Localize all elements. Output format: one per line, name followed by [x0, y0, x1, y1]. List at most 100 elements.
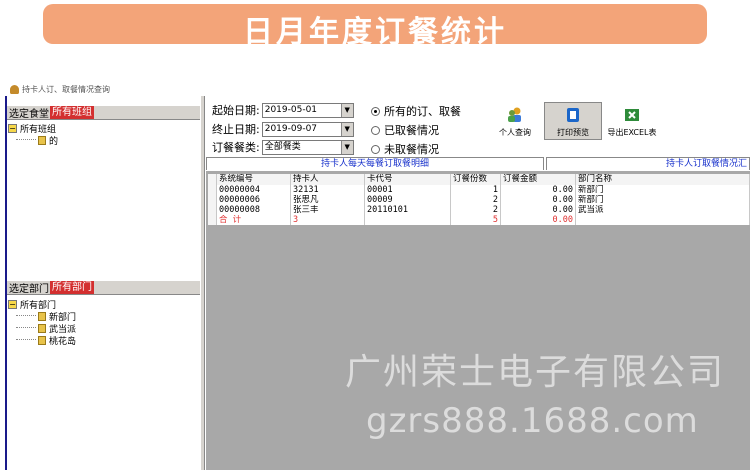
meal-type-row: 订餐餐类: 全部餐类 ▼: [212, 139, 354, 155]
tree-node-root[interactable]: − 所有班组: [8, 122, 200, 135]
column-header[interactable]: 卡代号: [365, 174, 451, 185]
expand-icon[interactable]: −: [8, 123, 17, 133]
tab-label: 持卡人订取餐情况汇: [665, 159, 747, 169]
excel-icon: [625, 109, 639, 121]
folder-icon: [38, 335, 46, 345]
table-cell: 张思凡: [291, 195, 365, 205]
tree-connector: [16, 310, 36, 316]
table-row[interactable]: 00000006 张思凡 00009 2 0.00 新部门: [217, 195, 750, 205]
radio-button[interactable]: [371, 125, 380, 135]
column-header[interactable]: 系统编号: [217, 174, 291, 185]
tab-label: 持卡人每天每餐订取餐明细: [320, 159, 429, 169]
panel-splitter[interactable]: [200, 96, 205, 470]
dropdown-arrow-icon[interactable]: ▼: [340, 122, 353, 136]
meal-type-label: 订餐餐类:: [212, 141, 260, 154]
watermark-url: gzrs888.1688.com: [366, 401, 699, 441]
table-cell: 00000004: [217, 185, 291, 195]
total-label: 合 计: [217, 215, 291, 225]
radio-taken[interactable]: 已取餐情况: [371, 122, 439, 138]
total-cell: 3: [291, 215, 365, 225]
people-icon: [508, 107, 521, 122]
radio-label[interactable]: 未取餐情况: [384, 141, 439, 157]
print-preview-label: 打印预览: [557, 128, 589, 137]
table-cell: 32131: [291, 185, 365, 195]
table-cell: 0.00: [501, 185, 576, 195]
watermark-company: 广州荣士电子有限公司: [345, 352, 726, 393]
canteen-selector[interactable]: 选定食堂 所有班组: [7, 106, 201, 120]
window-title-text: 持卡人订、取餐情况查询: [22, 84, 110, 94]
table-cell: 1: [451, 185, 501, 195]
column-header[interactable]: 部门名称: [576, 174, 750, 185]
total-cell: [576, 215, 750, 225]
end-date-value: 2019-09-07: [264, 123, 318, 134]
tree-node-label[interactable]: 桃花岛: [49, 334, 76, 347]
table-cell: 0.00: [501, 195, 576, 205]
table-row[interactable]: 00000004 32131 00001 1 0.00 新部门: [217, 185, 750, 195]
radio-not-taken[interactable]: 未取餐情况: [371, 141, 439, 157]
table-cell: 新部门: [576, 185, 750, 195]
print-preview-icon: [567, 108, 579, 122]
app-icon: [10, 84, 19, 94]
tree-node-root[interactable]: − 所有部门: [8, 298, 200, 311]
total-cell: [365, 215, 451, 225]
grid-header: 系统编号 持卡人 卡代号 订餐份数 订餐金额 部门名称: [217, 174, 750, 185]
folder-icon: [38, 323, 46, 333]
tab-daily-detail[interactable]: 持卡人每天每餐订取餐明细: [206, 157, 544, 170]
window-title: 持卡人订、取餐情况查询: [10, 82, 110, 96]
start-date-picker[interactable]: 2019-05-01 ▼: [261, 102, 354, 118]
radio-label[interactable]: 所有的订、取餐: [384, 103, 461, 119]
tree-connector: [16, 334, 36, 340]
department-label: 选定部门: [9, 284, 49, 295]
personal-query-label: 个人查询: [499, 128, 531, 137]
banner-title: 日月年度订餐统计: [243, 15, 507, 50]
folder-icon: [38, 135, 46, 145]
department-tree[interactable]: − 所有部门 新部门 武当派 桃花岛: [8, 298, 200, 347]
department-selector[interactable]: 选定部门 所有部门: [7, 281, 201, 295]
table-total-row[interactable]: 合 计 3 5 0.00: [217, 215, 750, 225]
personal-query-button[interactable]: 个人查询: [486, 102, 544, 140]
canteen-label: 选定食堂: [9, 109, 49, 120]
row-indicator-column: [208, 174, 217, 225]
department-value[interactable]: 所有部门: [50, 281, 94, 294]
print-preview-button[interactable]: 打印预览: [544, 102, 602, 140]
tree-node-label[interactable]: 的: [49, 134, 58, 147]
meal-type-value: 全部餐类: [264, 141, 301, 152]
table-cell: 00009: [365, 195, 451, 205]
start-date-row: 起始日期: 2019-05-01 ▼: [212, 102, 354, 118]
radio-all[interactable]: 所有的订、取餐: [371, 103, 461, 119]
tree-connector: [16, 134, 36, 140]
export-excel-button[interactable]: 导出EXCEL表: [603, 102, 661, 140]
total-cell: 0.00: [501, 215, 576, 225]
table-cell: 2: [451, 205, 501, 215]
meal-type-select[interactable]: 全部餐类 ▼: [261, 139, 354, 155]
column-header[interactable]: 订餐金额: [501, 174, 576, 185]
tree-node[interactable]: 新部门: [8, 310, 200, 323]
table-row[interactable]: 00000008 张三丰 20110101 2 0.00 武当派: [217, 205, 750, 215]
table-cell: 新部门: [576, 195, 750, 205]
tree-node[interactable]: 的: [8, 134, 200, 147]
table-cell: 00000008: [217, 205, 291, 215]
table-cell: 00001: [365, 185, 451, 195]
canteen-tree[interactable]: − 所有班组 的: [8, 122, 200, 147]
end-date-row: 终止日期: 2019-09-07 ▼: [212, 121, 354, 137]
total-cell: 5: [451, 215, 501, 225]
radio-button-selected[interactable]: [371, 106, 380, 116]
expand-icon[interactable]: −: [8, 299, 17, 309]
tree-node[interactable]: 武当派: [8, 322, 200, 335]
canteen-value[interactable]: 所有班组: [50, 106, 94, 119]
end-date-label: 终止日期:: [212, 123, 260, 136]
table-cell: 武当派: [576, 205, 750, 215]
column-header[interactable]: 订餐份数: [451, 174, 501, 185]
folder-icon: [38, 311, 46, 321]
start-date-value: 2019-05-01: [264, 104, 318, 115]
radio-label[interactable]: 已取餐情况: [384, 122, 439, 138]
tree-connector: [16, 322, 36, 328]
banner: 日月年度订餐统计: [43, 4, 707, 50]
dropdown-arrow-icon[interactable]: ▼: [340, 103, 353, 117]
dropdown-arrow-icon[interactable]: ▼: [340, 140, 353, 154]
radio-button[interactable]: [371, 144, 380, 154]
end-date-picker[interactable]: 2019-09-07 ▼: [261, 121, 354, 137]
column-header[interactable]: 持卡人: [291, 174, 365, 185]
tree-node[interactable]: 桃花岛: [8, 334, 200, 347]
tab-summary[interactable]: 持卡人订取餐情况汇: [546, 157, 750, 170]
